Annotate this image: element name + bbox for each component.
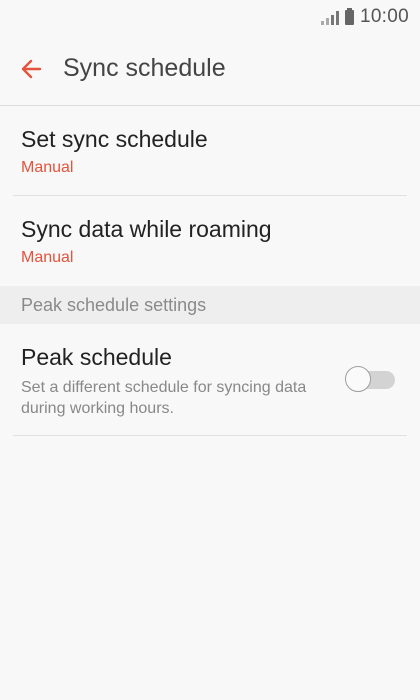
peak-schedule-toggle[interactable] bbox=[345, 366, 397, 394]
set-sync-schedule-title: Set sync schedule bbox=[21, 126, 208, 152]
status-time: 10:00 bbox=[359, 6, 409, 27]
sync-roaming-value: Manual bbox=[21, 249, 74, 266]
status-icons: 10:00 bbox=[320, 6, 409, 28]
signal-icon bbox=[320, 9, 339, 25]
status-bar: 10:00 bbox=[0, 0, 420, 34]
peak-schedule-description: Set a different schedule for syncing dat… bbox=[21, 379, 307, 417]
section-header-label: Peak schedule settings bbox=[21, 295, 207, 315]
sync-roaming-item[interactable]: Sync data while roaming Manual bbox=[0, 196, 420, 286]
page-title: Sync schedule bbox=[63, 54, 226, 82]
arrow-left-icon[interactable] bbox=[18, 56, 44, 82]
app-bar: Sync schedule bbox=[0, 40, 420, 96]
toggle-thumb bbox=[345, 366, 371, 392]
battery-icon bbox=[344, 7, 354, 25]
screen: 10:00 Sync schedule Set sync schedule Ma… bbox=[0, 0, 420, 700]
divider bbox=[13, 435, 407, 436]
sync-roaming-title: Sync data while roaming bbox=[21, 216, 272, 242]
section-header: Peak schedule settings bbox=[0, 286, 420, 324]
set-sync-schedule-value: Manual bbox=[21, 159, 74, 176]
set-sync-schedule-item[interactable]: Set sync schedule Manual bbox=[0, 106, 420, 196]
peak-schedule-title: Peak schedule bbox=[21, 344, 172, 370]
